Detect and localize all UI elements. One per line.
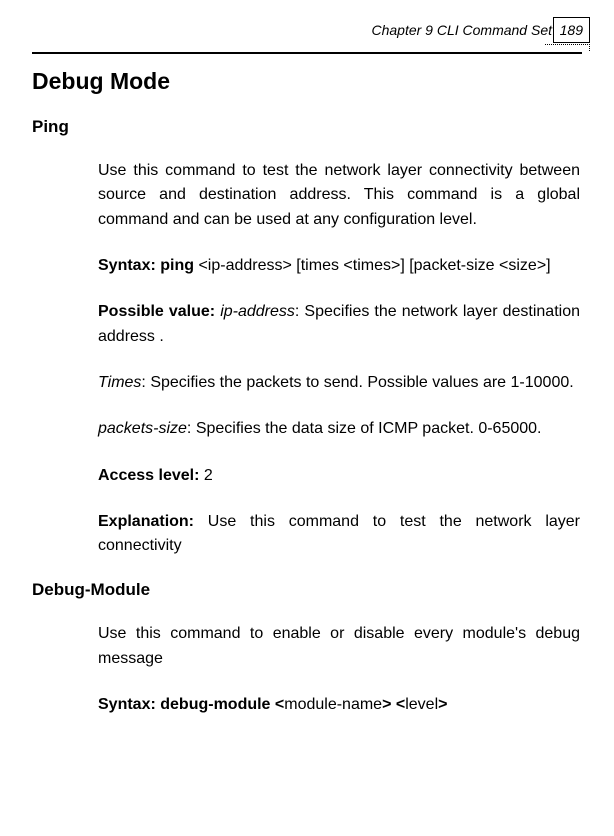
syntax-label: Syntax: ping	[98, 257, 198, 274]
syntax-text: <ip-address> [times <times>] [packet-siz…	[198, 257, 550, 274]
debug-module-end: >	[438, 696, 447, 713]
debug-module-description: Use this command to enable or disable ev…	[98, 622, 582, 671]
times-text: : Specifies the packets to send. Possibl…	[141, 374, 573, 391]
ping-packets-size: packets-size: Specifies the data size of…	[98, 417, 582, 441]
ping-description: Use this command to test the network lay…	[98, 159, 582, 232]
section-heading-ping: Ping	[32, 117, 582, 137]
ping-access-level: Access level: 2	[98, 464, 582, 488]
page-title: Debug Mode	[32, 68, 582, 95]
debug-module-sep1: > <	[382, 696, 405, 713]
access-level-label: Access level:	[98, 467, 204, 484]
section-body-debug-module: Use this command to enable or disable ev…	[32, 622, 582, 717]
packets-size-param: packets-size	[98, 420, 187, 437]
ping-times: Times: Specifies the packets to send. Po…	[98, 371, 582, 395]
main-content: Debug Mode Ping Use this command to test…	[0, 52, 614, 717]
header-dotted-decor-vert	[589, 41, 590, 51]
debug-module-param1: module-name	[284, 696, 382, 713]
ping-explanation: Explanation: Use this command to test th…	[98, 510, 582, 559]
header-dotted-decor	[545, 44, 590, 45]
section-body-ping: Use this command to test the network lay…	[32, 159, 582, 558]
top-rule	[32, 52, 582, 54]
access-level-value: 2	[204, 467, 213, 484]
ping-syntax: Syntax: ping <ip-address> [times <times>…	[98, 254, 582, 278]
possible-value-label: Possible value:	[98, 303, 220, 320]
page-number: 189	[553, 17, 590, 43]
ping-possible-value: Possible value: ip-address: Specifies th…	[98, 300, 582, 349]
chapter-label: Chapter 9 CLI Command Set	[371, 22, 552, 38]
page-header: Chapter 9 CLI Command Set 189	[0, 0, 614, 52]
section-heading-debug-module: Debug-Module	[32, 580, 582, 600]
debug-module-param2: level	[405, 696, 438, 713]
packets-size-text: : Specifies the data size of ICMP packet…	[187, 420, 542, 437]
debug-module-syntax: Syntax: debug-module <module-name> <leve…	[98, 693, 582, 717]
debug-module-syntax-label: Syntax: debug-module <	[98, 696, 284, 713]
ip-address-param: ip-address	[220, 303, 295, 320]
times-param: Times	[98, 374, 141, 391]
explanation-label: Explanation:	[98, 513, 208, 530]
